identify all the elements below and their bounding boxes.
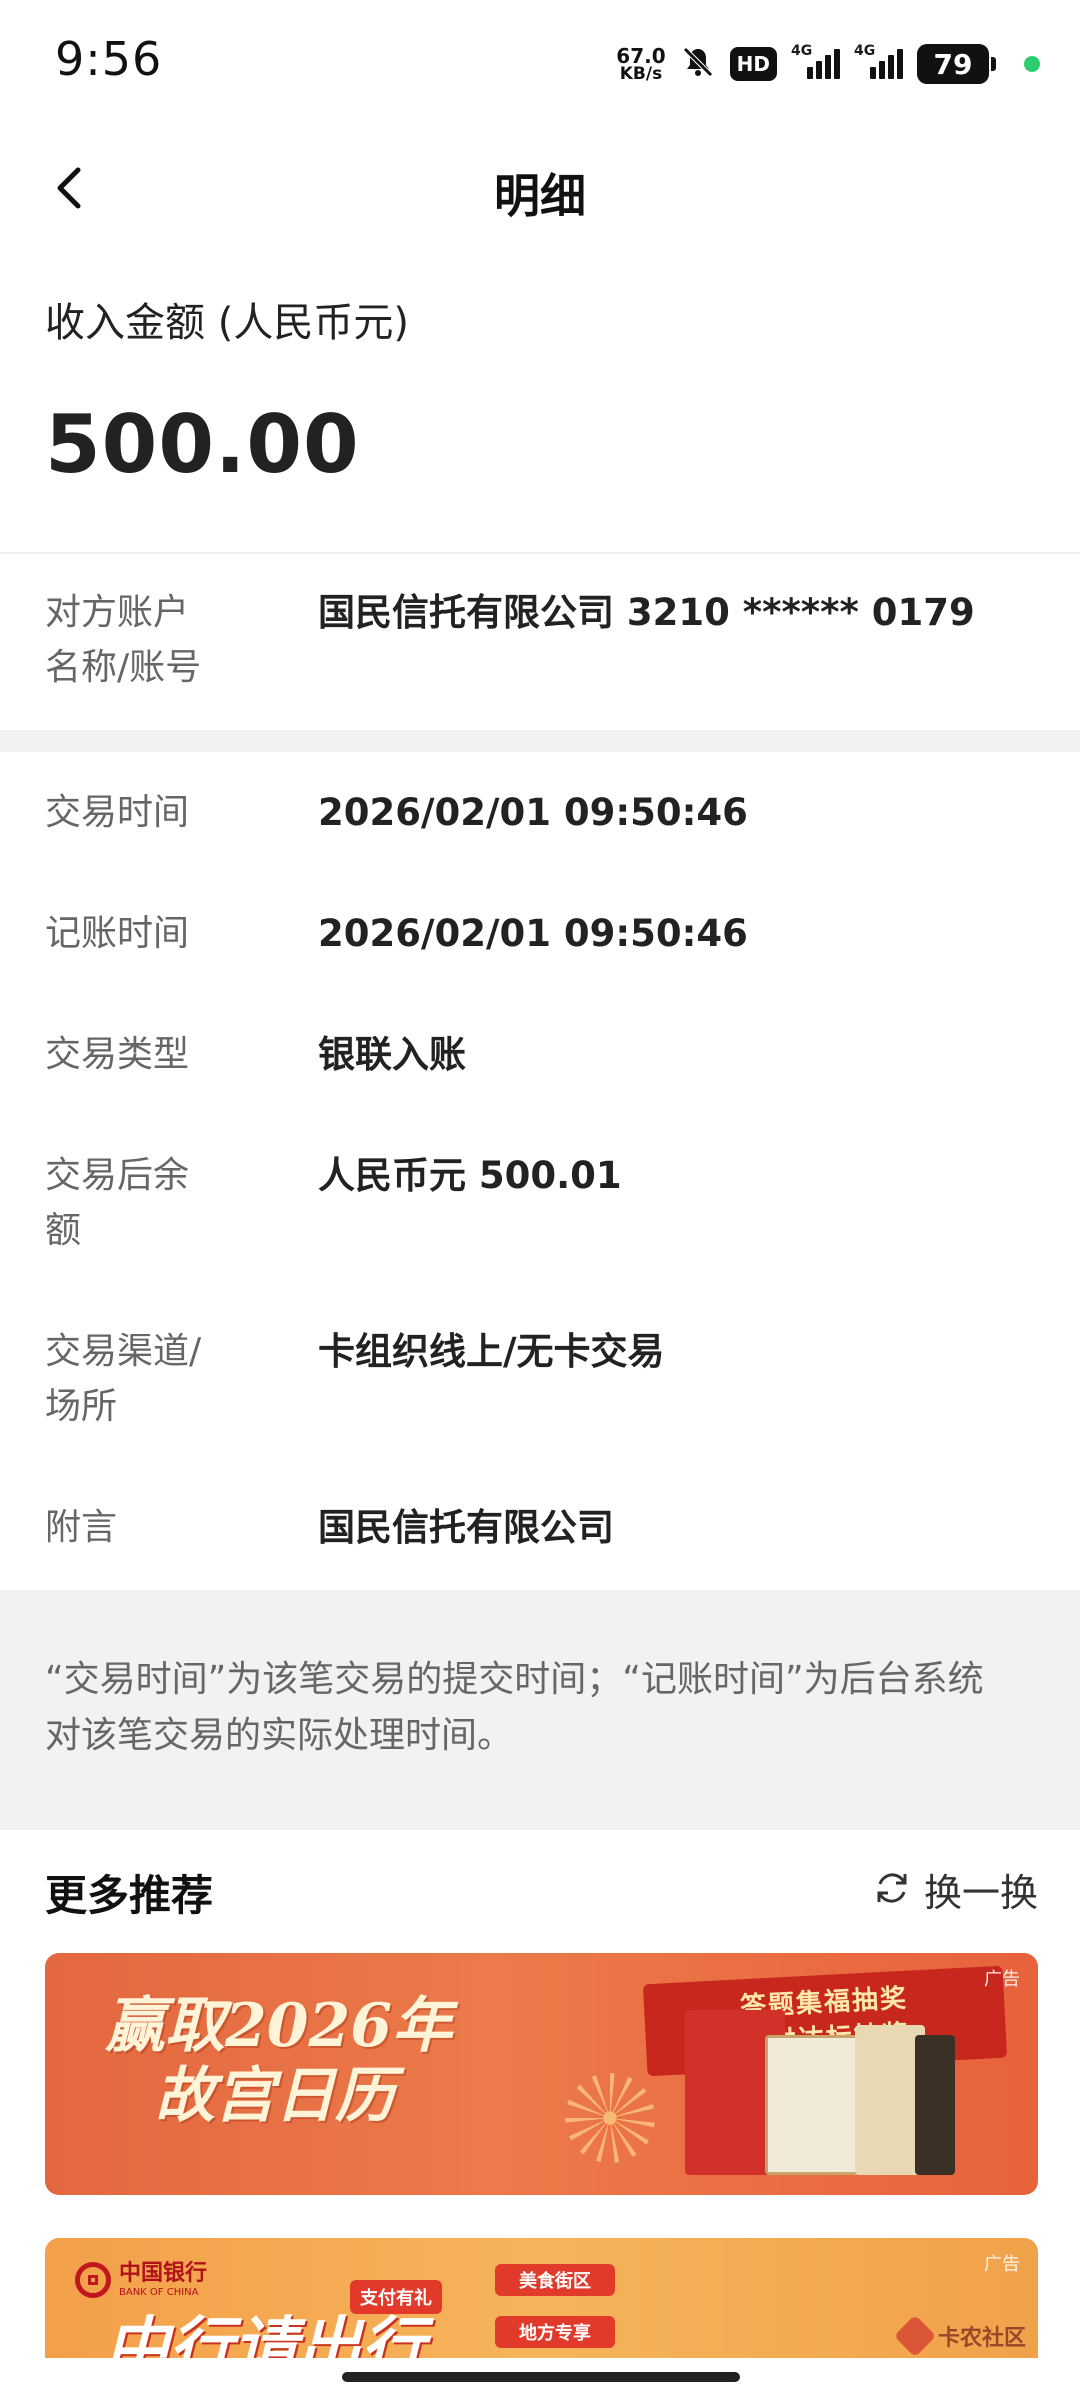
hd-badge: HD xyxy=(729,47,777,81)
post-time-label: 记账时间 xyxy=(45,913,190,954)
balance-label-line2: 额 xyxy=(45,1210,82,1251)
firework-decoration xyxy=(565,2073,655,2163)
amount-value: 500.00 xyxy=(45,398,360,491)
recommend-title: 更多推荐 xyxy=(45,1871,214,1920)
banner2-pill-food: 美食街区 xyxy=(495,2264,615,2296)
banner1-headline-line1: 赢取2026年 xyxy=(105,1991,452,2061)
section-gap xyxy=(0,730,1080,752)
signal-icon: 4G xyxy=(854,43,903,79)
ad-tag: 广告 xyxy=(984,2254,1020,2275)
counterparty-label-line2: 名称/账号 xyxy=(45,647,202,688)
status-bar: 9:56 67.0 KB/s HD 4G 4G 79 xyxy=(0,0,1080,120)
trade-time-value: 2026/02/01 09:50:46 xyxy=(318,791,748,834)
counterparty-label-line1: 对方账户 xyxy=(45,592,190,633)
note-line2: 对该笔交易的实际处理时间。 xyxy=(45,1715,514,1756)
trade-type-label: 交易类型 xyxy=(45,1034,190,1075)
calendar-book-image xyxy=(915,2035,955,2175)
status-icons: 67.0 KB/s HD 4G 4G 79 xyxy=(616,36,1040,92)
banner1-headline: 赢取2026年 故宫日历 xyxy=(105,1991,452,2131)
signal-icon: 4G xyxy=(791,43,840,79)
mute-bell-icon xyxy=(680,44,716,84)
remark-label: 附言 xyxy=(45,1507,118,1548)
time-explanation-note: “交易时间”为该笔交易的提交时间；“记账时间”为后台系统 对该笔交易的实际处理时… xyxy=(45,1652,1040,1764)
watermark: 卡农社区 xyxy=(893,2314,1027,2358)
trade-type-value: 银联入账 xyxy=(318,1033,466,1076)
battery-icon: 79 xyxy=(917,44,996,84)
banner1-headline-line2: 故宫日历 xyxy=(155,2061,395,2131)
channel-label-line2: 场所 xyxy=(45,1386,118,1427)
boc-logo-icon xyxy=(75,2262,111,2298)
sim2-network: 4G xyxy=(854,43,876,59)
refresh-button[interactable]: 换一换 xyxy=(872,1862,1038,1917)
boc-logo: 中国银行 BANK OF CHINA xyxy=(75,2262,207,2298)
refresh-label: 换一换 xyxy=(923,1871,1038,1915)
watermark-logo-icon xyxy=(893,2314,937,2358)
counterparty-label: 对方账户 名称/账号 xyxy=(45,585,245,695)
channel-label-line1: 交易渠道/ xyxy=(45,1331,202,1372)
amount-label: 收入金额 (人民币元) xyxy=(45,300,409,346)
refresh-icon xyxy=(872,1868,912,1912)
ad-tag: 广告 xyxy=(984,1969,1020,1990)
balance-label-line1: 交易后余 xyxy=(45,1155,190,1196)
post-time-value: 2026/02/01 09:50:46 xyxy=(318,912,748,955)
boc-logo-text: 中国银行 BANK OF CHINA xyxy=(119,2261,208,2298)
boc-logo-cn: 中国银行 xyxy=(119,2261,208,2287)
balance-value: 人民币元 500.01 xyxy=(318,1154,622,1197)
note-line1: “交易时间”为该笔交易的提交时间；“记账时间”为后台系统 xyxy=(45,1659,984,1700)
home-indicator[interactable] xyxy=(342,2372,740,2382)
banner2-pill-local: 地方专享 xyxy=(495,2316,615,2348)
status-time: 9:56 xyxy=(55,32,163,86)
page-title: 明细 xyxy=(494,169,586,223)
privacy-indicator-dot xyxy=(1024,56,1040,72)
watermark-text: 卡农社区 xyxy=(938,2326,1027,2351)
balance-label: 交易后余 额 xyxy=(45,1148,245,1258)
remark-value: 国民信托有限公司 xyxy=(318,1506,614,1549)
banner2-headline: 中行请出行 xyxy=(105,2310,425,2358)
nav-bar: 明细 xyxy=(0,120,1080,270)
sim1-network: 4G xyxy=(791,43,813,59)
network-speed-unit: KB/s xyxy=(619,63,663,84)
network-speed: 67.0 KB/s xyxy=(616,46,665,83)
network-speed-value: 67.0 xyxy=(616,43,666,68)
ad-banner-boc[interactable]: 中国银行 BANK OF CHINA 支付有礼 美食街区 地方专享 中行请出行 … xyxy=(45,2238,1038,2358)
channel-label: 交易渠道/ 场所 xyxy=(45,1324,245,1434)
channel-value: 卡组织线上/无卡交易 xyxy=(318,1330,665,1373)
battery-level: 79 xyxy=(917,44,989,84)
ad-banner-palace-calendar[interactable]: 赢取2026年 故宫日历 答题集福抽奖 支付达标抽奖 广告 xyxy=(45,1953,1038,2195)
divider xyxy=(0,552,1080,554)
counterparty-value: 国民信托有限公司 3210 ****** 0179 xyxy=(318,591,975,634)
trade-time-label: 交易时间 xyxy=(45,792,190,833)
